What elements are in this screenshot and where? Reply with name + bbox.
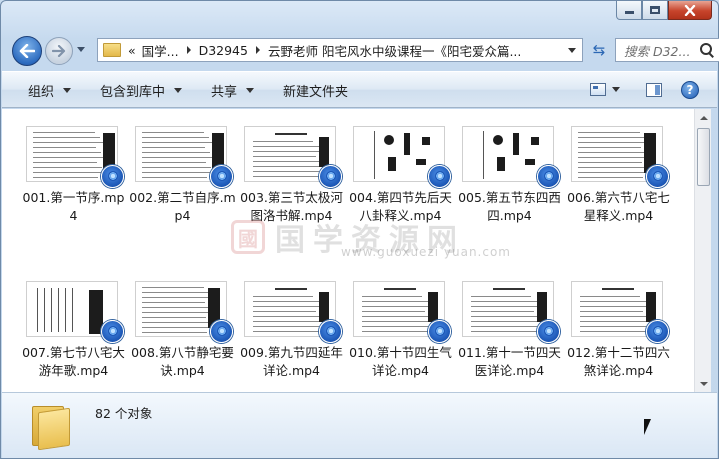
file-name: 011.第十一节四天医详论.mp4: [458, 345, 561, 378]
search-input[interactable]: 搜索 D32...: [624, 41, 699, 60]
new-folder-button[interactable]: 新建文件夹: [283, 81, 348, 100]
media-player-icon: [646, 320, 669, 343]
chevron-down-icon: [246, 88, 255, 93]
view-options-dropdown[interactable]: [612, 87, 620, 92]
media-player-icon: [646, 165, 669, 188]
media-player-icon: [210, 320, 233, 343]
file-item[interactable]: 001.第一节序.mp4: [19, 126, 128, 281]
file-name: 010.第十节四生气详论.mp4: [349, 345, 452, 378]
media-player-icon: [537, 165, 560, 188]
media-player-icon: [428, 320, 451, 343]
mouse-cursor: [644, 419, 651, 435]
new-folder-label: 新建文件夹: [283, 85, 349, 100]
breadcrumb-item[interactable]: 国学...: [139, 41, 182, 60]
include-in-library-label: 包含到库中: [100, 85, 166, 100]
vertical-scrollbar[interactable]: [694, 109, 711, 392]
address-bar[interactable]: « 国学... D32945 云野老师 阳宅风水中级课程一《阳宅爱众篇...: [97, 38, 583, 62]
search-box[interactable]: 搜索 D32...: [615, 38, 719, 62]
arrow-left-icon: [19, 44, 35, 58]
forward-button[interactable]: [45, 37, 73, 65]
change-view-icon[interactable]: [590, 83, 606, 96]
explorer-window: « 国学... D32945 云野老师 阳宅风水中级课程一《阳宅爱众篇... ⇆…: [0, 0, 719, 459]
share-menu[interactable]: 共享: [211, 81, 255, 100]
scroll-thumb[interactable]: [697, 128, 710, 186]
refresh-button[interactable]: ⇆: [587, 38, 611, 62]
breadcrumb-overflow[interactable]: «: [125, 43, 139, 58]
file-item[interactable]: 003.第三节太极河图洛书解.mp4: [237, 126, 346, 281]
organize-label: 组织: [28, 85, 55, 100]
file-name: 008.第八节静宅要诀.mp4: [131, 345, 234, 378]
file-name: 001.第一节序.mp4: [22, 190, 125, 223]
recent-pages-dropdown[interactable]: [77, 47, 85, 52]
file-item[interactable]: 009.第九节四延年详论.mp4: [237, 281, 346, 392]
chevron-down-icon: [63, 88, 72, 93]
file-grid: 001.第一节序.mp4 002.第二节自序.mp4 003.第三节太极河图洛书解.…: [19, 126, 673, 392]
media-player-icon: [428, 165, 451, 188]
media-player-icon: [101, 320, 124, 343]
media-player-icon: [101, 165, 124, 188]
caption-buttons: [616, 1, 712, 20]
breadcrumb-item[interactable]: 云野老师 阳宅风水中级课程一《阳宅爱众篇...: [265, 41, 524, 60]
watermark-url: www.guoxuezi yuan.com: [341, 245, 511, 259]
arrow-right-icon: [52, 45, 66, 57]
command-bar: 组织 包含到库中 共享 新建文件夹 ?: [2, 71, 717, 108]
file-item[interactable]: 010.第十节四生气详论.mp4: [346, 281, 455, 392]
maximize-icon: [650, 6, 660, 14]
folder-icon: [103, 43, 121, 57]
organize-menu[interactable]: 组织: [28, 81, 72, 100]
maximize-button[interactable]: [642, 1, 668, 20]
file-item[interactable]: 006.第六节八宅七星释义.mp4: [564, 126, 673, 281]
scroll-up-button[interactable]: [695, 109, 712, 126]
item-count: 82 个对象: [95, 406, 153, 421]
file-item[interactable]: 007.第七节八宅大游年歌.mp4: [19, 281, 128, 392]
file-name: 007.第七节八宅大游年歌.mp4: [22, 345, 125, 378]
file-name: 003.第三节太极河图洛书解.mp4: [240, 190, 343, 223]
media-player-icon: [210, 165, 233, 188]
media-player-icon: [319, 320, 342, 343]
arrow-down-icon: [699, 381, 708, 386]
file-item[interactable]: 011.第十一节四天医详论.mp4: [455, 281, 564, 392]
search-icon[interactable]: [699, 42, 715, 58]
file-name: 009.第九节四延年详论.mp4: [240, 345, 343, 378]
back-button[interactable]: [12, 36, 42, 66]
scroll-down-button[interactable]: [695, 375, 712, 392]
file-name: 005.第五节东四西四.mp4: [458, 190, 561, 223]
media-player-icon: [537, 320, 560, 343]
folder-icon: [32, 402, 72, 451]
close-button[interactable]: [668, 1, 712, 20]
file-name: 002.第二节自序.mp4: [129, 190, 236, 223]
minimize-button[interactable]: [616, 1, 642, 20]
share-label: 共享: [211, 85, 238, 100]
address-dropdown[interactable]: [568, 48, 576, 53]
file-item[interactable]: 012.第十二节四六煞详论.mp4: [564, 281, 673, 392]
refresh-icon: ⇆: [592, 41, 606, 59]
chevron-down-icon: [174, 88, 183, 93]
help-icon[interactable]: ?: [681, 81, 699, 99]
breadcrumb-item[interactable]: D32945: [196, 43, 251, 58]
arrow-up-icon: [699, 115, 708, 120]
close-icon: [684, 4, 696, 16]
breadcrumb-separator[interactable]: [186, 46, 191, 54]
file-name: 004.第四节先后天八卦释义.mp4: [349, 190, 452, 223]
breadcrumb-separator[interactable]: [255, 46, 260, 54]
minimize-icon: [624, 11, 634, 14]
include-in-library-menu[interactable]: 包含到库中: [100, 81, 183, 100]
media-player-icon: [319, 165, 342, 188]
navigation-row: « 国学... D32945 云野老师 阳宅风水中级课程一《阳宅爱众篇... ⇆…: [9, 35, 719, 66]
file-name: 012.第十二节四六煞详论.mp4: [567, 345, 670, 378]
file-item[interactable]: 002.第二节自序.mp4: [128, 126, 237, 281]
file-item[interactable]: 008.第八节静宅要诀.mp4: [128, 281, 237, 392]
details-pane: 82 个对象: [2, 392, 717, 458]
preview-pane-icon[interactable]: [646, 83, 662, 97]
file-name: 006.第六节八宅七星释义.mp4: [567, 190, 670, 223]
